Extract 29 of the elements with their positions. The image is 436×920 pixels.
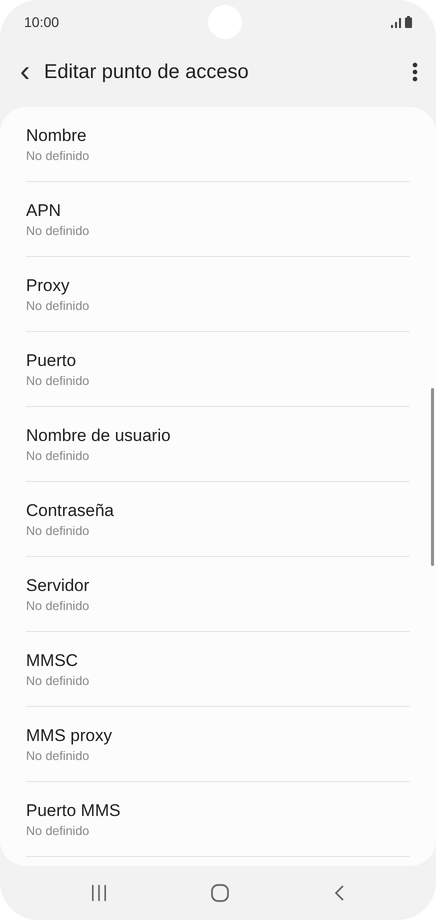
setting-value: No definido — [26, 598, 90, 615]
signal-icon — [390, 18, 401, 28]
setting-title[interactable]: Contraseña — [26, 500, 410, 522]
setting-title[interactable]: MMS proxy — [26, 725, 410, 747]
back-button[interactable]: ‹ — [20, 57, 30, 87]
setting-title[interactable]: MMSC — [26, 650, 410, 672]
setting-value: No definido — [26, 448, 90, 465]
recent-apps-icon[interactable] — [91, 884, 108, 902]
setting-title[interactable]: Nombre — [26, 125, 410, 147]
more-options-icon[interactable] — [412, 62, 418, 82]
setting-title[interactable]: Proxy — [26, 275, 410, 297]
setting-value: No definido — [26, 298, 90, 315]
setting-title[interactable]: Puerto MMS — [26, 800, 410, 822]
setting-title[interactable]: Puerto — [26, 350, 410, 372]
battery-icon — [404, 16, 412, 28]
setting-value: No definido — [26, 148, 90, 165]
home-icon[interactable] — [210, 883, 230, 903]
setting-title[interactable]: Servidor — [26, 575, 410, 597]
setting-value: No definido — [26, 823, 90, 840]
screen-title: Editar punto de acceso — [44, 60, 250, 85]
setting-value: No definido — [26, 673, 90, 690]
setting-value: No definido — [26, 373, 90, 390]
setting-value: No definido — [26, 223, 90, 240]
setting-value: No definido — [26, 523, 90, 540]
clock-time: 10:00 — [24, 12, 60, 32]
setting-value: No definido — [26, 748, 90, 765]
back-icon[interactable] — [332, 884, 345, 902]
setting-title[interactable]: APN — [26, 200, 410, 222]
setting-title[interactable]: Nombre de usuario — [26, 425, 410, 447]
